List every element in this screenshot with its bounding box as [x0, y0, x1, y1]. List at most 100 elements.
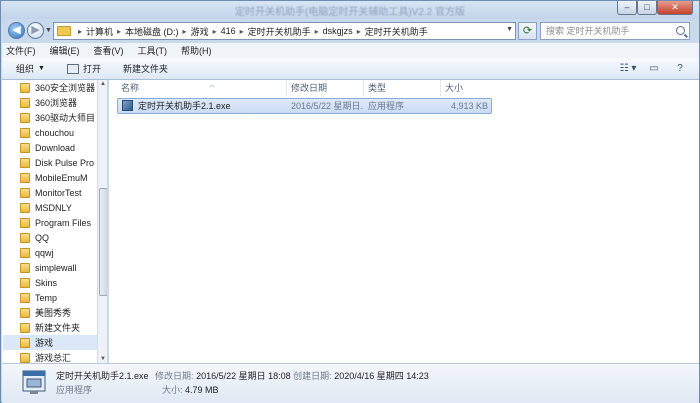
chevron-right-icon[interactable]: ▸: [213, 27, 217, 36]
maximize-button[interactable]: □: [637, 1, 657, 15]
sidebar-item[interactable]: Skins: [20, 275, 57, 290]
folder-icon: [20, 187, 30, 198]
scroll-up-icon[interactable]: ▲: [100, 81, 106, 87]
details-modified-label: 修改日期:: [155, 371, 194, 381]
change-view-icon[interactable]: ☷ ▾: [619, 62, 637, 76]
sidebar-item[interactable]: MonitorTest: [20, 185, 82, 200]
minimize-button[interactable]: –: [617, 1, 637, 15]
close-button[interactable]: ✕: [657, 1, 693, 15]
folder-icon: [20, 232, 30, 243]
folder-icon: [20, 307, 30, 318]
column-name-label: 名称: [121, 83, 140, 93]
sidebar-item-label: Skins: [35, 277, 58, 288]
sidebar-item[interactable]: 360驱动大师目: [20, 110, 95, 125]
window-title: 定时开关机助手(电脑定时开关辅助工具)V2.2 官方版: [234, 7, 465, 18]
sidebar-item-selected[interactable]: 游戏: [3, 335, 97, 350]
sidebar-item[interactable]: 游戏总汇: [20, 350, 71, 363]
column-header-name[interactable]: ︿ 名称: [117, 80, 287, 96]
breadcrumb-timer-folder[interactable]: 定时开关机助手: [248, 25, 311, 38]
chevron-right-icon[interactable]: ▸: [183, 27, 187, 36]
sidebar-item[interactable]: MobileEmuM: [20, 170, 88, 185]
scrollbar-thumb[interactable]: [99, 188, 107, 296]
sidebar-scrollbar[interactable]: ▲ ▼: [97, 80, 107, 363]
folder-icon: [20, 217, 30, 228]
chevron-right-icon[interactable]: ▸: [315, 27, 319, 36]
sidebar-item[interactable]: chouchou: [20, 125, 74, 140]
sort-caret-icon: ︿: [209, 83, 216, 89]
menu-file[interactable]: 文件(F): [6, 44, 36, 57]
title-bar: 定时开关机助手(电脑定时开关辅助工具)V2.2 官方版 – □ ✕: [1, 1, 699, 19]
breadcrumb-dskgjzs[interactable]: dskgjzs: [323, 26, 353, 36]
sidebar-item[interactable]: Disk Pulse Pro: [20, 155, 94, 170]
preview-pane-icon[interactable]: ▭: [645, 62, 663, 76]
organize-button[interactable]: 组织 ▼: [16, 62, 45, 75]
sidebar-item[interactable]: 新建文件夹: [20, 320, 80, 335]
sidebar-item-label: Program Files: [35, 217, 92, 228]
folder-icon: [20, 157, 30, 168]
sidebar-item[interactable]: qqwj: [20, 245, 54, 260]
column-header-type[interactable]: 类型: [364, 80, 441, 96]
sidebar-item-label: qqwj: [35, 247, 54, 258]
details-size-value: 4.79 MB: [185, 385, 219, 395]
chevron-down-icon: ▼: [38, 65, 45, 72]
menu-edit[interactable]: 编辑(E): [50, 44, 80, 57]
folder-icon: [20, 337, 30, 348]
address-row: ◀ ▶ ▼ ▸ 计算机 ▸ 本地磁盘 (D:) ▸ 游戏 ▸ 416 ▸ 定时开…: [1, 19, 699, 43]
file-row-selected[interactable]: 定时开关机助手2.1.exe 2016/5/22 星期日... 应用程序 4,9…: [117, 98, 492, 114]
breadcrumb-416[interactable]: 416: [221, 26, 236, 36]
scroll-down-icon[interactable]: ▼: [100, 356, 106, 362]
forward-button[interactable]: ▶: [27, 22, 44, 39]
breadcrumb-games[interactable]: 游戏: [191, 25, 209, 38]
details-filename: 定时开关机助手2.1.exe: [56, 371, 149, 381]
back-button[interactable]: ◀: [8, 22, 25, 39]
column-header-size[interactable]: 大小: [441, 80, 491, 96]
sidebar-item[interactable]: simplewall: [20, 260, 77, 275]
folder-icon: [20, 262, 30, 273]
new-folder-button[interactable]: 新建文件夹: [123, 62, 168, 75]
open-button[interactable]: 打开: [66, 62, 101, 75]
help-icon[interactable]: ?: [671, 62, 689, 76]
details-size-label: 大小:: [162, 385, 183, 395]
breadcrumb-drive-d[interactable]: 本地磁盘 (D:): [125, 25, 179, 38]
search-icon[interactable]: [676, 26, 685, 35]
chevron-right-icon[interactable]: ▸: [357, 27, 361, 36]
sidebar-item[interactable]: 360浏览器: [20, 95, 77, 110]
search-input[interactable]: 搜索 定时开关机助手: [540, 22, 690, 40]
breadcrumb-current[interactable]: 定时开关机助手: [365, 25, 428, 38]
menu-help[interactable]: 帮助(H): [181, 44, 212, 57]
sidebar-item-label: 美图秀秀: [35, 308, 72, 318]
details-type-line: 应用程序: [56, 383, 92, 396]
sidebar-item-label: simplewall: [35, 262, 77, 273]
chevron-right-icon[interactable]: ▸: [78, 27, 82, 36]
breadcrumb-computer[interactable]: 计算机: [86, 25, 113, 38]
new-folder-label: 新建文件夹: [122, 64, 168, 74]
sidebar-item[interactable]: Program Files: [20, 215, 91, 230]
refresh-button[interactable]: ⟳: [518, 22, 537, 40]
details-type: 应用程序: [56, 385, 93, 395]
menu-view[interactable]: 查看(V): [94, 44, 124, 57]
file-type: 应用程序: [368, 101, 405, 111]
sidebar-item[interactable]: Download: [20, 140, 75, 155]
chevron-right-icon[interactable]: ▸: [117, 27, 121, 36]
folder-icon: [20, 277, 30, 288]
column-header-modified[interactable]: 修改日期: [287, 80, 364, 96]
sidebar-item[interactable]: QQ: [20, 230, 49, 245]
sidebar-item-label: 游戏总汇: [35, 353, 72, 363]
sidebar-item-label: MSDNLY: [35, 202, 72, 213]
application-icon: [22, 370, 46, 394]
address-bar[interactable]: ▸ 计算机 ▸ 本地磁盘 (D:) ▸ 游戏 ▸ 416 ▸ 定时开关机助手 ▸…: [53, 22, 516, 40]
chevron-down-icon[interactable]: ▼: [506, 26, 513, 33]
folder-icon: [20, 292, 30, 303]
sidebar-item[interactable]: 美图秀秀: [20, 305, 71, 320]
folder-icon: [20, 247, 30, 258]
sidebar-item[interactable]: MSDNLY: [20, 200, 72, 215]
explorer-window: 定时开关机助手(电脑定时开关辅助工具)V2.2 官方版 – □ ✕ ◀ ▶ ▼ …: [0, 0, 700, 403]
folder-icon: [20, 322, 30, 333]
organize-label: 组织: [16, 64, 35, 74]
sidebar-item[interactable]: Temp: [20, 290, 57, 305]
recent-pages-dropdown[interactable]: ▼: [45, 27, 52, 34]
sidebar-item[interactable]: 360安全浏览器: [20, 80, 95, 95]
menu-tools[interactable]: 工具(T): [138, 44, 168, 57]
details-pane: 定时开关机助手2.1.exe 修改日期: 2016/5/22 星期日 18:08…: [2, 363, 699, 403]
chevron-right-icon[interactable]: ▸: [240, 27, 244, 36]
